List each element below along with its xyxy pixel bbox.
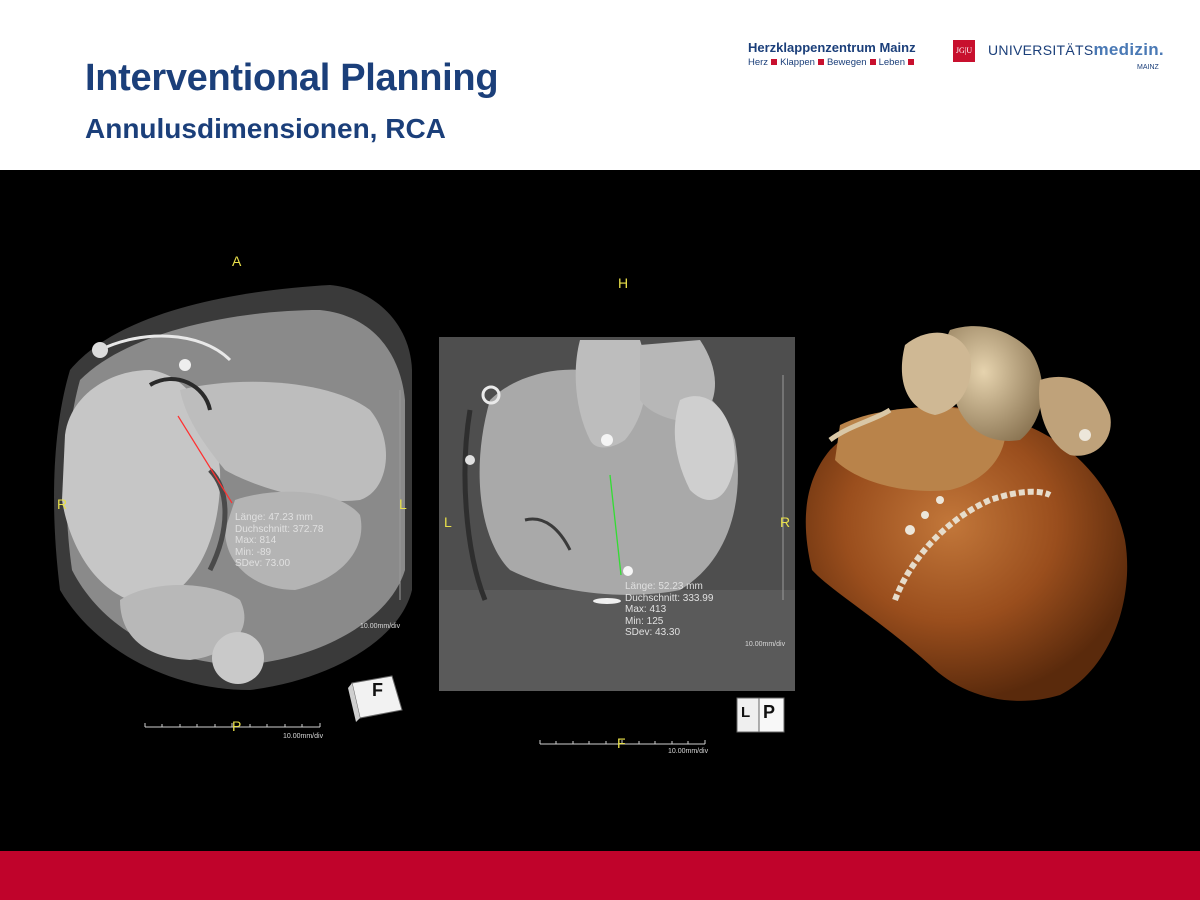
um-city: MAINZ: [1137, 64, 1159, 71]
red-square-icon: [817, 59, 824, 66]
cube-face-label: P: [763, 702, 776, 722]
jgu-logo: JG|U: [953, 40, 975, 62]
measurement-line: SDev: 73.00: [235, 558, 291, 569]
orientation-label-right: R: [57, 496, 68, 512]
measurement-line: Min: 125: [625, 615, 664, 627]
hkz-tag-word: Leben: [878, 57, 905, 68]
slide-subtitle: Annulusdimensionen, RCA: [85, 113, 446, 144]
scale-label: 10.00mm/div: [283, 733, 324, 740]
orientation-label-head: H: [618, 275, 629, 291]
measurement-line: Max: 814: [235, 535, 277, 546]
coronal-ct-slice: [439, 337, 795, 745]
measurement-line: Länge: 47.23 mm: [235, 512, 313, 523]
orientation-label-right: R: [780, 514, 791, 530]
scale-label: 10.00mm/div: [745, 641, 786, 648]
hkz-tag-word: Bewegen: [826, 57, 867, 68]
footer-bar: [0, 851, 1200, 900]
measurement-readout-2: Länge: 52.23 mm Duchschnitt: 333.99 Max:…: [625, 581, 713, 639]
hkz-tag-word: Klappen: [780, 57, 815, 68]
ct-images-svg: [54, 285, 1128, 745]
orientation-label-anterior: A: [232, 253, 242, 269]
herzklappenzentrum-logo: Herzklappenzentrum Mainz Herz Klappen Bewe…: [748, 40, 917, 68]
axial-ct-slice: [54, 285, 412, 728]
red-square-icon: [907, 59, 914, 66]
measurement-line: SDev: 43.30: [625, 627, 681, 638]
red-square-icon: [869, 59, 876, 66]
cube-face-label: F: [372, 680, 383, 700]
um-bold: medizin.: [1093, 40, 1164, 59]
scale-label: 10.00mm/div: [360, 623, 401, 630]
measurement-readout-1: Länge: 47.23 mm Duchschnitt: 372.78 Max:…: [235, 512, 323, 570]
hkz-tagline: Herz Klappen Bewegen Leben: [748, 57, 917, 68]
measurement-line: Duchschnitt: 333.99: [625, 592, 714, 604]
ct-image-panel: A R L P Länge: 47.23 mm Duchschnitt: 372…: [0, 170, 1200, 851]
red-square-icon: [771, 59, 778, 66]
orientation-label-left: L: [444, 514, 452, 530]
orientation-label-foot: F: [617, 735, 626, 751]
measurement-line: Min: -89: [235, 546, 272, 558]
measurement-line: Max: 413: [625, 604, 667, 615]
orientation-label-left: L: [399, 496, 407, 512]
orientation-label-posterior: P: [232, 718, 242, 734]
hkz-name: Herzklappenzentrum Mainz: [748, 40, 916, 55]
measurement-line: Länge: 52.23 mm: [625, 581, 703, 592]
scale-label: 10.00mm/div: [668, 748, 709, 755]
measurement-line: Duchschnitt: 372.78: [235, 523, 324, 535]
slide-header: Interventional Planning Annulusdimension…: [0, 0, 1200, 170]
universitaetsmedizin-logo: UNIVERSITÄTSmedizin.: [988, 40, 1164, 60]
heart-3d-rendering: [805, 326, 1128, 701]
slide-title: Interventional Planning: [85, 57, 499, 99]
um-prefix: UNIVERSITÄTS: [988, 42, 1094, 58]
hkz-tag-word: Herz: [748, 57, 769, 68]
cube-face-label: L: [741, 704, 751, 721]
